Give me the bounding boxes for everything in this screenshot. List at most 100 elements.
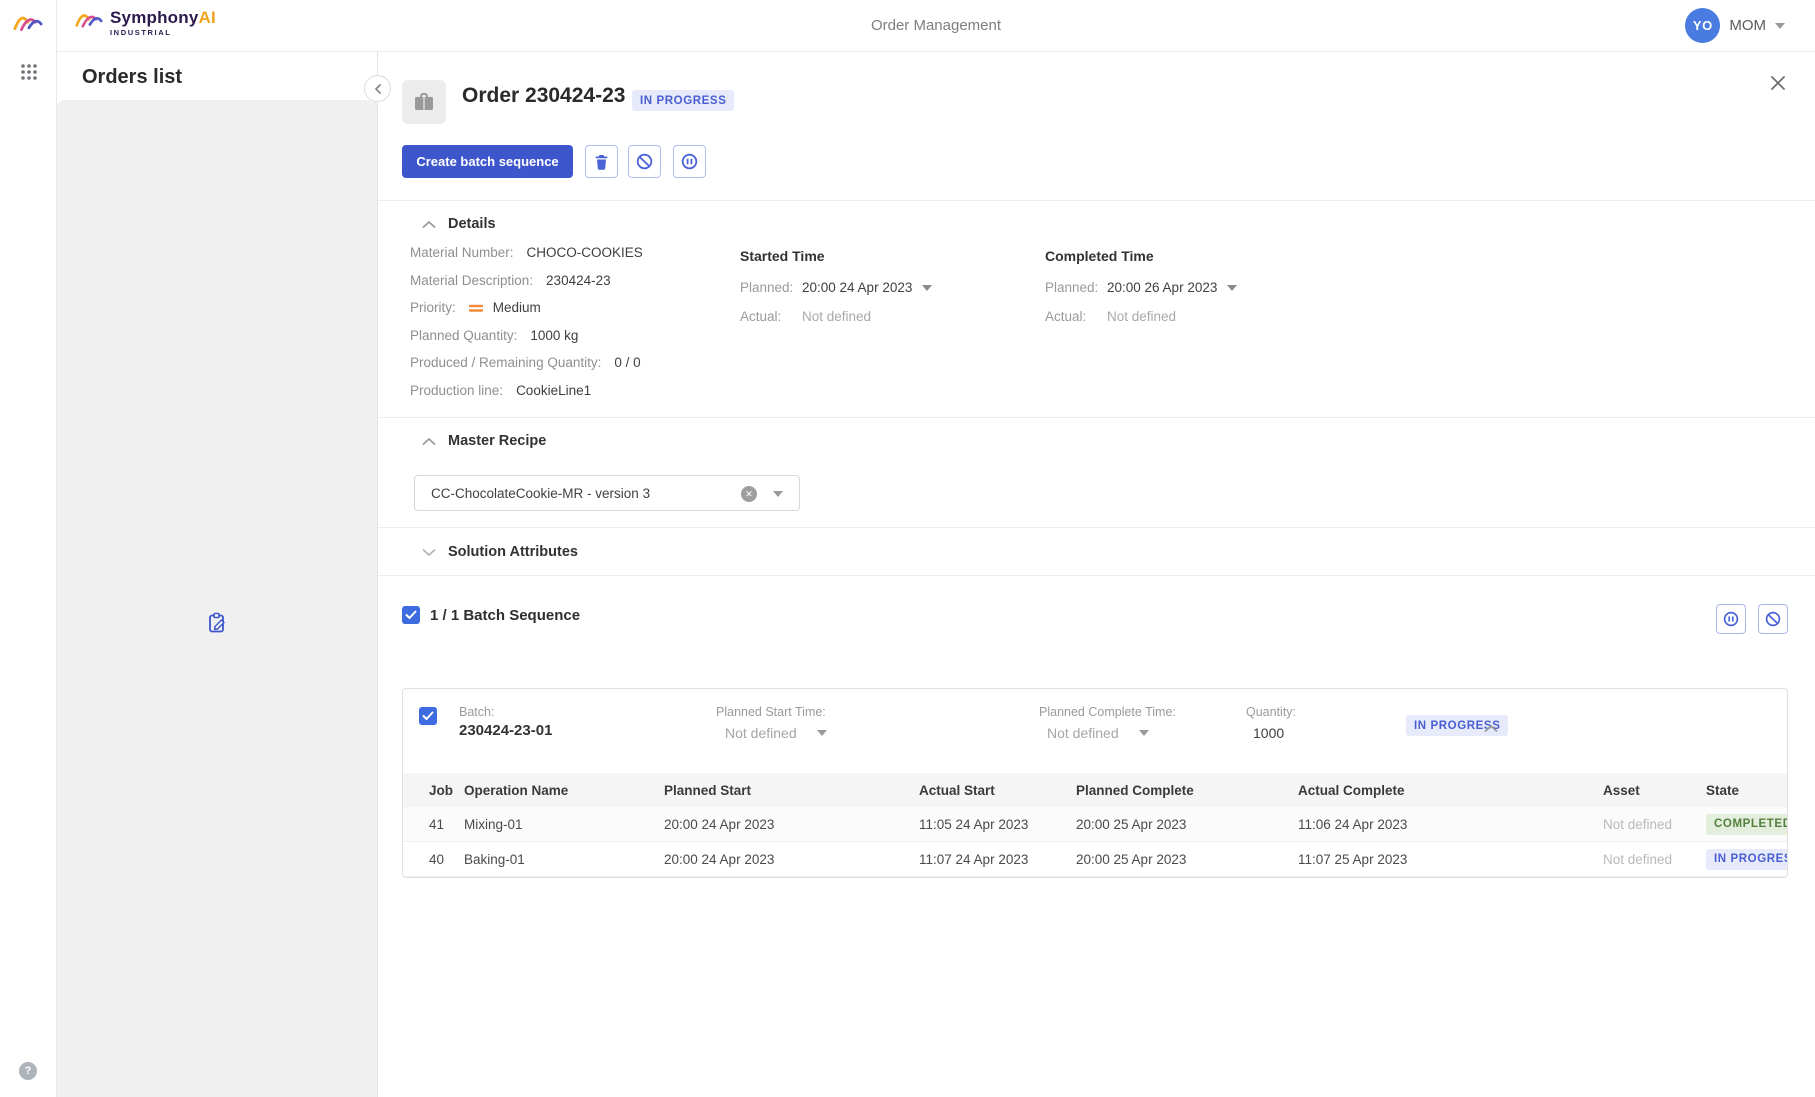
col-state: State [1706, 783, 1787, 798]
pause-circle-icon [681, 153, 698, 170]
master-recipe-value: CC-ChocolateCookie-MR - version 3 [431, 486, 650, 501]
batch-sequence-heading: 1 / 1 Batch Sequence [430, 607, 580, 624]
batch-id: 230424-23-01 [459, 722, 552, 739]
completed-time-column: Completed Time Planned: 20:00 26 Apr 202… [1045, 248, 1154, 264]
chevron-down-icon[interactable] [922, 285, 932, 291]
field-production-line: Production line:CookieLine1 [410, 383, 643, 411]
pause-order-button[interactable] [673, 145, 706, 178]
topbar: SymphonyAI INDUSTRIAL Order Management Y… [57, 0, 1815, 52]
batch-checkbox[interactable] [419, 707, 437, 725]
grid-dots-glyph [19, 62, 39, 82]
clipboard-edit-icon [206, 612, 228, 634]
page-title: Order Management [57, 17, 1815, 34]
job-state-badge: COMPLETED [1706, 814, 1787, 835]
solution-attributes-section-header[interactable]: Solution Attributes [422, 544, 578, 560]
chevron-down-icon [773, 491, 783, 497]
trash-icon [594, 154, 609, 170]
order-management-app: ? SymphonyAI INDUSTRIAL Order Management… [0, 0, 1815, 1097]
order-title: Order 230424-23 [462, 84, 625, 108]
user-menu[interactable]: YO MOM [1685, 8, 1785, 43]
close-icon[interactable] [1767, 72, 1789, 94]
col-actual-complete: Actual Complete [1298, 783, 1603, 798]
col-planned-complete: Planned Complete [1076, 783, 1298, 798]
user-label: MOM [1729, 17, 1766, 34]
chevron-down-icon[interactable] [1227, 285, 1237, 291]
batch-card: Batch: 230424-23-01 Planned Start Time: … [402, 688, 1788, 878]
brand-name: SymphonyAI [110, 9, 216, 26]
details-section-header[interactable]: Details [422, 216, 496, 232]
batch-label: Batch: [459, 705, 494, 719]
cancel-batch-button[interactable] [1758, 604, 1788, 634]
wave-glyph [75, 9, 103, 33]
chevron-left-icon [373, 83, 383, 95]
left-rail: ? [0, 0, 57, 1097]
field-priority: Priority: Medium [410, 300, 643, 328]
wave-glyph [13, 12, 43, 36]
quantity-value: 1000 [1253, 725, 1284, 741]
completed-planned-row: Planned: 20:00 26 Apr 2023 [1045, 280, 1237, 295]
divider [378, 200, 1815, 201]
avatar[interactable]: YO [1685, 8, 1720, 43]
brand-text: SymphonyAI INDUSTRIAL [110, 9, 216, 37]
divider [378, 575, 1815, 576]
orders-list-title: Orders list [82, 66, 182, 89]
col-job: Job [429, 783, 464, 798]
collapse-batch-icon[interactable] [1484, 720, 1498, 738]
order-detail-panel: Order 230424-23 IN PROGRESS Create batch… [378, 52, 1815, 1097]
order-tile [402, 80, 446, 124]
create-batch-sequence-button[interactable]: Create batch sequence [402, 145, 573, 178]
field-produced-remaining: Produced / Remaining Quantity:0 / 0 [410, 355, 643, 383]
chevron-up-icon [422, 437, 436, 446]
chevron-down-icon [422, 548, 436, 557]
master-recipe-section-header[interactable]: Master Recipe [422, 433, 546, 449]
chevron-down-icon [1139, 730, 1149, 736]
chevron-down-icon [1775, 23, 1785, 29]
job-state-badge: IN PROGRESS [1706, 849, 1787, 870]
order-status-badge: IN PROGRESS [632, 90, 734, 111]
collapse-panel-button[interactable] [364, 75, 391, 102]
col-planned-start: Planned Start [664, 783, 919, 798]
completed-time-heading: Completed Time [1045, 248, 1154, 264]
ban-icon [1765, 611, 1781, 627]
master-recipe-select[interactable]: CC-ChocolateCookie-MR - version 3 ✕ [414, 475, 800, 511]
priority-medium-icon [469, 303, 483, 313]
briefcase-icon [413, 92, 435, 112]
chevron-up-icon [422, 220, 436, 229]
pause-batch-button[interactable] [1716, 604, 1746, 634]
planned-complete-time-label: Planned Complete Time: [1039, 705, 1176, 719]
divider [378, 417, 1815, 418]
field-material-number: Material Number:CHOCO-COOKIES [410, 245, 643, 273]
details-fields: Material Number:CHOCO-COOKIES Material D… [410, 245, 643, 410]
brand-logo: SymphonyAI INDUSTRIAL [75, 9, 216, 37]
batch-card-header: Batch: 230424-23-01 Planned Start Time: … [403, 689, 1787, 773]
started-time-column: Started Time Planned: 20:00 24 Apr 2023 … [740, 248, 825, 264]
job-row[interactable]: 40 Baking-01 20:00 24 Apr 2023 11:07 24 … [403, 842, 1787, 877]
delete-order-button[interactable] [585, 145, 618, 178]
divider [378, 527, 1815, 528]
ban-icon [636, 153, 653, 170]
planned-start-time-value[interactable]: Not defined [725, 725, 827, 741]
field-planned-quantity: Planned Quantity:1000 kg [410, 328, 643, 356]
col-operation-name: Operation Name [464, 783, 664, 798]
completed-planned-value[interactable]: 20:00 26 Apr 2023 [1107, 280, 1217, 295]
sidebar-item-orders[interactable] [57, 100, 378, 1097]
pause-circle-icon [1723, 611, 1739, 627]
planned-complete-time-value[interactable]: Not defined [1047, 725, 1149, 741]
job-row[interactable]: 41 Mixing-01 20:00 24 Apr 2023 11:05 24 … [403, 807, 1787, 842]
help-icon[interactable]: ? [19, 1062, 37, 1080]
clear-selection-icon[interactable]: ✕ [741, 486, 757, 502]
field-material-description: Material Description:230424-23 [410, 273, 643, 301]
symphonyai-wave-icon[interactable] [13, 12, 43, 36]
col-actual-start: Actual Start [919, 783, 1076, 798]
started-planned-value[interactable]: 20:00 24 Apr 2023 [802, 280, 912, 295]
planned-start-time-label: Planned Start Time: [716, 705, 826, 719]
col-asset: Asset [1603, 783, 1706, 798]
completed-actual-row: Actual: Not defined [1045, 309, 1176, 324]
batch-sequence-checkbox[interactable] [402, 606, 420, 624]
jobs-table-header: Job Operation Name Planned Start Actual … [403, 773, 1787, 807]
cancel-order-button[interactable] [628, 145, 661, 178]
started-actual-row: Actual: Not defined [740, 309, 871, 324]
started-planned-row: Planned: 20:00 24 Apr 2023 [740, 280, 932, 295]
chevron-down-icon [817, 730, 827, 736]
apps-grid-icon[interactable] [7, 50, 51, 94]
